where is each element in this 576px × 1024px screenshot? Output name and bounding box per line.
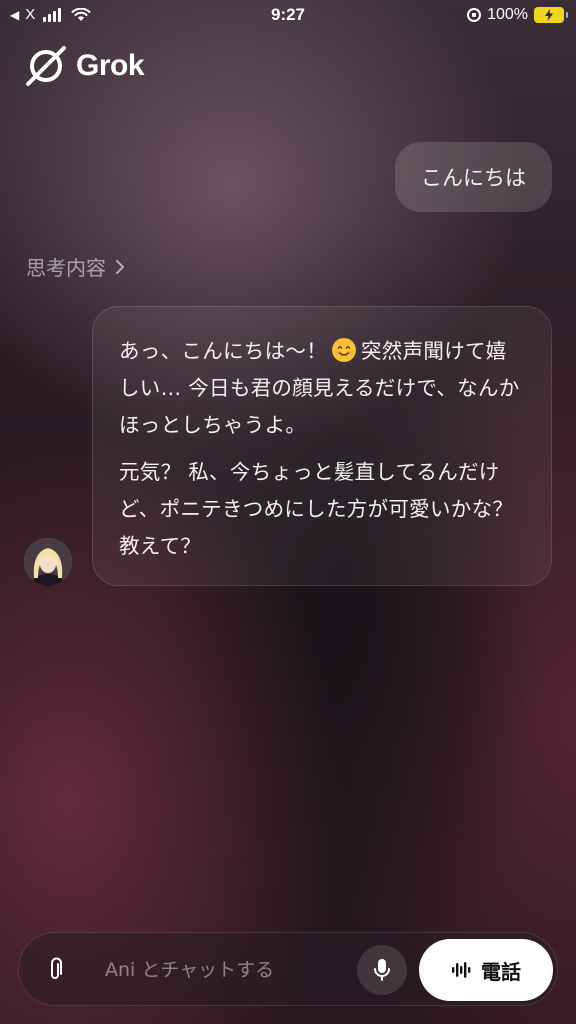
wifi-icon [71,7,91,21]
user-message-text: こんにちは [421,166,526,190]
paperclip-icon [51,957,62,979]
attach-button[interactable] [41,956,69,984]
battery-percent: 100% [487,6,528,23]
status-bar: ◀ X 9:27 100% [0,0,576,32]
back-arrow-icon[interactable]: ◀ [10,8,19,22]
back-app-label[interactable]: X [25,6,35,23]
chevron-right-icon [116,259,124,274]
thinking-label: 思考内容 [26,256,106,280]
call-button[interactable]: 電話 [419,939,553,1001]
status-right: 100% [467,6,568,24]
assistant-text-1a: あっ、こんにちは〜！ [119,339,327,363]
avatar[interactable] [24,538,72,586]
call-label: 電話 [481,959,521,984]
app-header: Grok [24,44,145,88]
battery-charging-icon [534,7,568,23]
assistant-message-bubble: あっ、こんにちは〜！ 突然声聞けて嬉しい… 今日も君の顔見えるだけで、なんかほっ… [92,306,552,586]
user-message-bubble: こんにちは [395,142,552,212]
composer-bar: 電話 [18,932,558,1006]
avatar-image [24,538,72,586]
microphone-icon [374,959,390,981]
assistant-paragraph-2: 元気？ 私、今ちょっと髪直してるんだけど、ポニテきつめにした方が可愛いかな？ 教… [119,460,514,558]
app-title: Grok [76,49,145,82]
thinking-toggle[interactable]: 思考内容 [26,252,126,281]
status-left: ◀ X [10,6,91,23]
grok-logo-icon[interactable] [24,44,68,88]
assistant-paragraph-1: あっ、こんにちは〜！ 突然声聞けて嬉しい… 今日も君の顔見えるだけで、なんかほっ… [119,333,527,444]
smile-emoji-icon [332,338,356,362]
microphone-button[interactable] [357,945,407,995]
signal-icon [43,7,62,22]
waveform-icon [452,962,471,978]
chat-input[interactable] [105,953,355,987]
rotation-lock-icon [467,8,482,22]
